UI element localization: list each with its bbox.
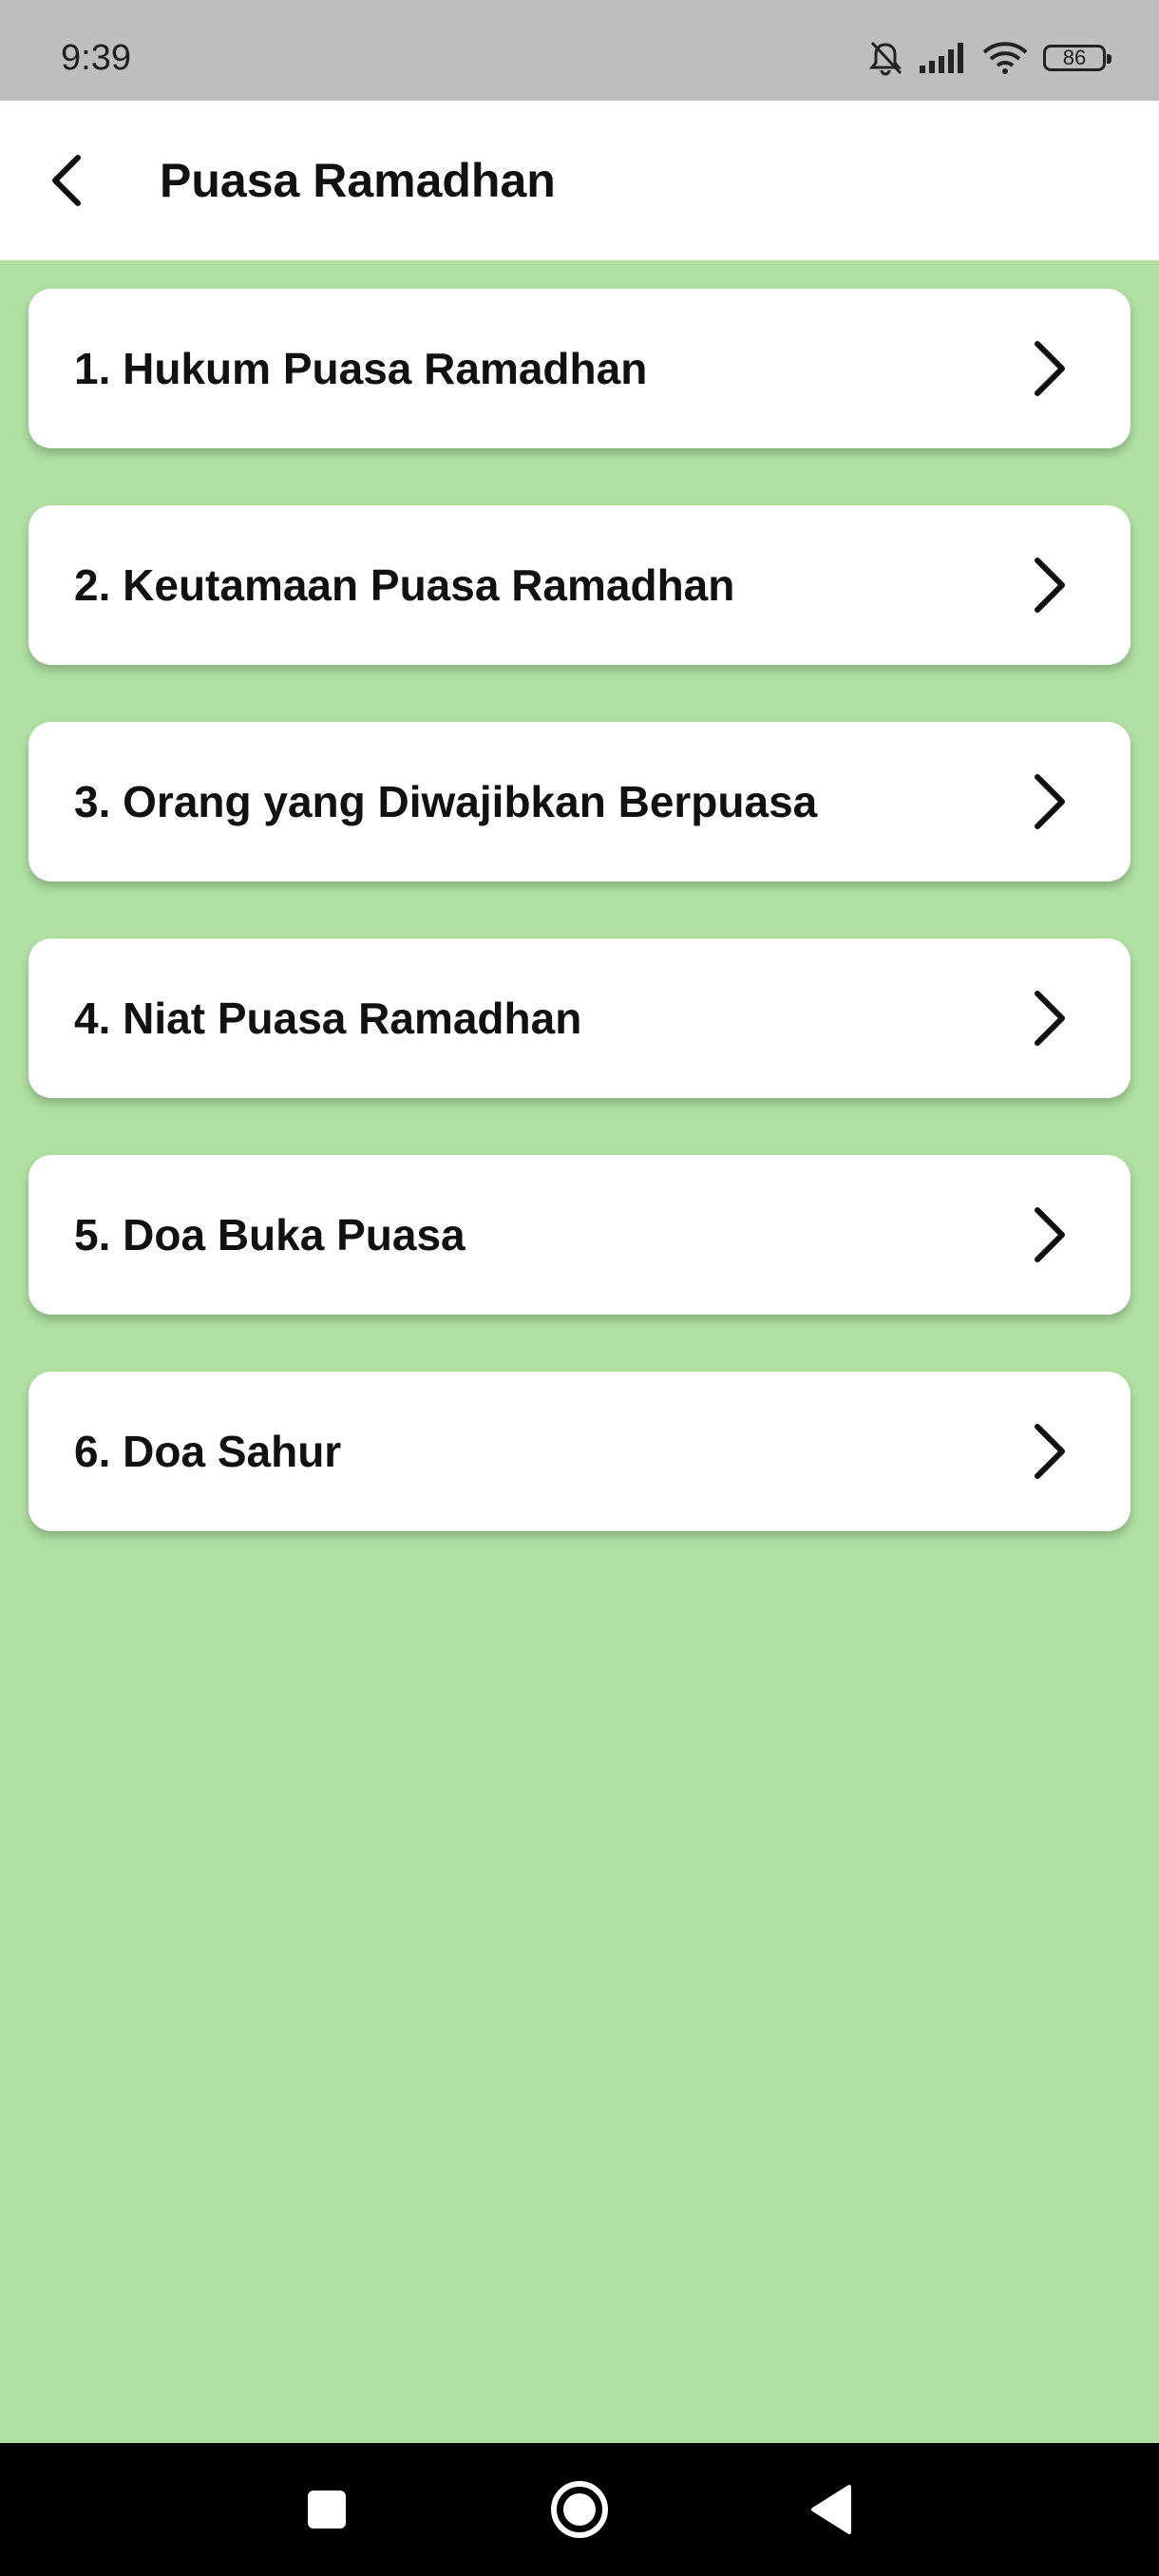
page-title: Puasa Ramadhan [160,154,556,207]
status-time: 9:39 [61,38,131,78]
list-item[interactable]: 5. Doa Buka Puasa [28,1155,1130,1315]
list-item[interactable]: 6. Doa Sahur [28,1372,1130,1531]
back-arrow-icon [52,155,81,206]
chevron-right-icon [1035,991,1065,1046]
list-item-label: 3. Orang yang Diwajibkan Berpuasa [74,777,818,826]
signal-icon [920,43,963,73]
battery-icon: 86 [1043,45,1112,71]
back-triangle-icon[interactable] [800,2477,864,2542]
app-bar: Puasa Ramadhan [0,101,1159,260]
list-item[interactable]: 1. Hukum Puasa Ramadhan [28,289,1130,448]
list-item-label: 5. Doa Buka Puasa [74,1210,466,1260]
chevron-right-icon [1035,341,1065,396]
system-nav-bar [0,2443,1159,2576]
list-item-label: 4. Niat Puasa Ramadhan [74,994,582,1043]
list-item-label: 1. Hukum Puasa Ramadhan [74,344,648,393]
chevron-right-icon [1035,558,1065,613]
list-item-label: 6. Doa Sahur [74,1427,342,1476]
list-item[interactable]: 2. Keutamaan Puasa Ramadhan [28,505,1130,665]
back-button[interactable] [28,142,104,218]
list-item-label: 2. Keutamaan Puasa Ramadhan [74,560,735,610]
status-bar: 9:39 86 [0,0,1159,101]
chevron-right-icon [1035,774,1065,829]
topic-list: 1. Hukum Puasa Ramadhan 2. Keutamaan Pua… [28,289,1130,1588]
list-item[interactable]: 3. Orang yang Diwajibkan Berpuasa [28,722,1130,881]
home-circle-icon[interactable] [547,2477,612,2542]
bell-off-icon [868,41,902,76]
chevron-right-icon [1035,1424,1065,1479]
recents-square-icon[interactable] [294,2477,359,2542]
battery-level: 86 [1062,46,1087,69]
list-item[interactable]: 4. Niat Puasa Ramadhan [28,938,1130,1098]
status-icons: 86 [866,34,1112,82]
wifi-icon [982,42,1028,74]
chevron-right-icon [1035,1207,1065,1262]
